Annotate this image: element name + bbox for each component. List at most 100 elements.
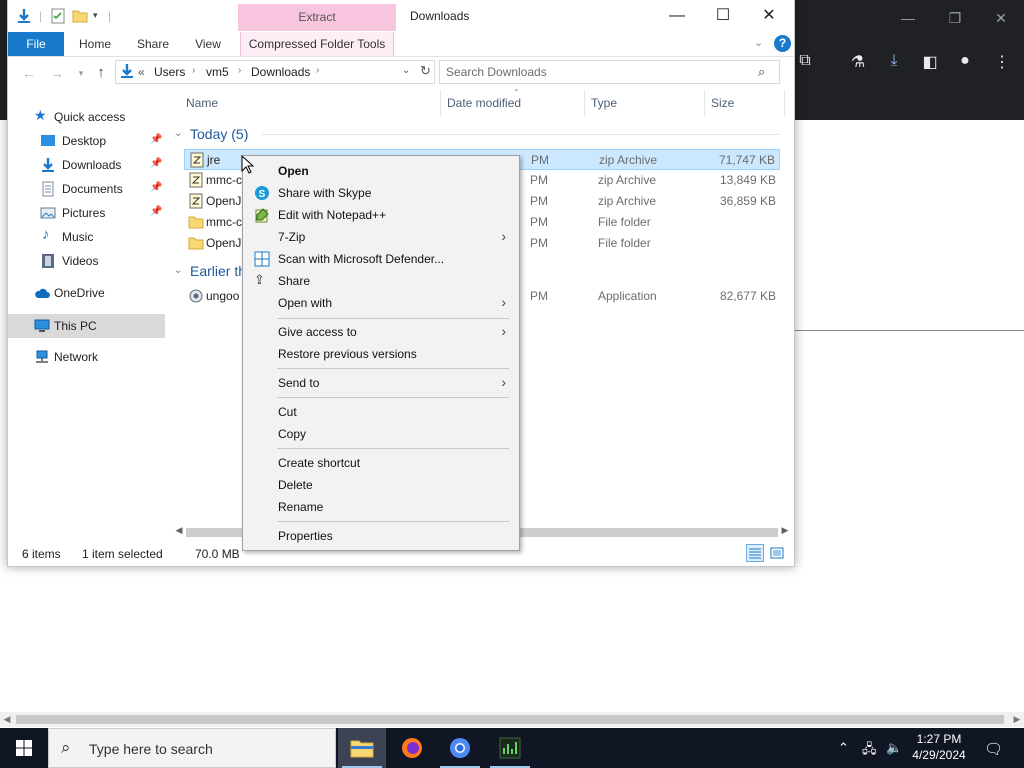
scrollbar-thumb[interactable] — [16, 715, 1004, 724]
column-header-size[interactable]: Size — [711, 96, 734, 110]
breadcrumb-separator-icon[interactable]: › — [238, 65, 241, 76]
taskbar-app-chromium[interactable] — [436, 728, 484, 768]
sidebar-item-desktop[interactable]: Desktop 📌 — [8, 129, 165, 153]
group-header-earlier[interactable]: Earlier th — [190, 263, 246, 279]
scroll-right-arrow-icon[interactable]: ▶ — [1010, 712, 1024, 727]
refresh-icon[interactable]: ↻ — [420, 63, 431, 79]
download-icon[interactable]: ⤓ — [882, 52, 906, 74]
menu-item-7-zip[interactable]: 7-Zip › — [244, 226, 518, 248]
taskbar-app-firefox[interactable] — [388, 728, 436, 768]
sidebar-item-videos[interactable]: Videos — [8, 249, 165, 273]
expand-ribbon-chevron-icon[interactable]: ⌄ — [754, 36, 763, 49]
scroll-left-arrow-icon[interactable]: ◀ — [0, 712, 14, 727]
help-icon[interactable]: ? — [774, 35, 791, 52]
breadcrumb-downloads[interactable]: Downloads — [251, 65, 310, 79]
menu-item-open[interactable]: Open — [244, 160, 518, 182]
notifications-icon[interactable]: 🗨 — [984, 740, 1003, 758]
downloads-icon — [42, 158, 54, 172]
up-arrow-icon[interactable]: ↑ — [92, 64, 110, 82]
breadcrumb-vm5[interactable]: vm5 — [206, 65, 229, 79]
search-icon: ⌕ — [61, 738, 71, 757]
address-overflow-chevron[interactable]: « — [138, 65, 145, 79]
group-collapse-chevron-icon[interactable]: ⌄ — [174, 128, 182, 139]
scroll-right-arrow-icon[interactable]: ▶ — [778, 525, 792, 536]
pin-icon[interactable]: 📌 — [150, 182, 162, 193]
group-collapse-chevron-icon[interactable]: ⌄ — [174, 265, 182, 276]
system-clock[interactable]: 1:27 PM 4/29/2024 — [900, 731, 978, 763]
breadcrumb-separator-icon[interactable]: › — [316, 65, 319, 76]
column-header-name[interactable]: Name — [186, 96, 218, 110]
extract-contextual-tab-header: Extract — [238, 4, 396, 31]
side-panel-icon[interactable]: ◧ — [918, 52, 942, 74]
sidebar-item-quick-access[interactable]: ★ Quick access — [8, 105, 165, 129]
large-icons-view-button[interactable] — [768, 544, 786, 562]
scroll-left-arrow-icon[interactable]: ◀ — [172, 525, 186, 536]
sidebar-item-music[interactable]: ♪ Music — [8, 225, 165, 249]
menu-item-share-with-skype[interactable]: S Share with Skype — [244, 182, 518, 204]
sidebar-item-onedrive[interactable]: OneDrive — [8, 281, 165, 305]
browser-minimize-button[interactable]: — — [893, 10, 923, 26]
taskbar-app-terminal[interactable] — [486, 728, 534, 768]
menu-item-share[interactable]: ⇪ Share — [244, 270, 518, 292]
menu-item-restore-previous-versions[interactable]: Restore previous versions — [244, 343, 518, 365]
back-arrow-icon[interactable]: ← — [20, 64, 38, 82]
pin-icon[interactable]: 📌 — [150, 134, 162, 145]
forward-arrow-icon[interactable]: → — [48, 64, 66, 82]
clock-date: 4/29/2024 — [912, 748, 966, 762]
customize-quick-access-icon[interactable]: ▾ — [93, 10, 98, 21]
menu-item-give-access-to[interactable]: Give access to › — [244, 321, 518, 343]
search-box[interactable]: ⌕ — [439, 60, 780, 84]
breadcrumb-users[interactable]: Users — [154, 65, 185, 79]
sidebar-item-this-pc[interactable]: This PC — [8, 314, 165, 338]
browser-restore-button[interactable]: ❐ — [940, 10, 970, 27]
browser-horizontal-scrollbar[interactable]: ◀ ▶ — [0, 712, 1024, 727]
sidebar-item-network[interactable]: Network — [8, 345, 165, 369]
address-dropdown-chevron-icon[interactable]: ⌄ — [402, 65, 410, 76]
pin-icon[interactable]: 📌 — [150, 206, 162, 217]
tab-compressed-folder-tools[interactable]: Compressed Folder Tools — [240, 32, 394, 56]
maximize-button[interactable]: ☐ — [700, 5, 746, 27]
tab-view[interactable]: View — [184, 32, 232, 56]
tab-file[interactable]: File — [8, 32, 64, 56]
network-status-icon[interactable]: 🖧 — [862, 740, 877, 762]
mouse-cursor-icon — [241, 155, 255, 174]
profile-avatar-icon[interactable]: ● — [953, 52, 977, 74]
extensions-icon[interactable]: ⧉ — [793, 52, 817, 74]
group-header-today[interactable]: Today (5) — [190, 126, 248, 142]
menu-item-edit-with-notepad[interactable]: Edit with Notepad++ — [244, 204, 518, 226]
browser-menu-icon[interactable]: ⋮ — [990, 52, 1014, 74]
minimize-button[interactable]: — — [654, 5, 700, 27]
menu-item-copy[interactable]: Copy — [244, 423, 518, 445]
pin-icon[interactable]: 📌 — [150, 158, 162, 169]
column-header-date-modified[interactable]: Date modified — [447, 96, 521, 110]
show-hidden-icons-chevron-icon[interactable]: ⌃ — [838, 740, 849, 756]
taskbar-search-box[interactable]: ⌕ Type here to search — [48, 728, 336, 768]
taskbar-app-file-explorer[interactable] — [338, 728, 386, 768]
breadcrumb-separator-icon[interactable]: › — [192, 65, 195, 76]
details-view-button[interactable] — [746, 544, 764, 562]
menu-item-send-to[interactable]: Send to › — [244, 372, 518, 394]
menu-item-create-shortcut[interactable]: Create shortcut — [244, 452, 518, 474]
menu-item-rename[interactable]: Rename — [244, 496, 518, 518]
close-button[interactable]: ✕ — [746, 5, 792, 27]
start-button[interactable] — [0, 728, 48, 768]
properties-checklist-icon[interactable] — [50, 8, 66, 24]
search-input[interactable] — [444, 63, 748, 81]
labs-flask-icon[interactable]: ⚗ — [846, 52, 870, 74]
new-folder-icon[interactable] — [72, 8, 88, 24]
menu-item-open-with[interactable]: Open with › — [244, 292, 518, 314]
browser-close-button[interactable]: ✕ — [986, 10, 1016, 27]
recent-locations-chevron-icon[interactable]: ▾ — [72, 64, 90, 82]
address-bar[interactable]: « Users › vm5 › Downloads › ⌄ ↻ — [115, 60, 435, 84]
menu-item-cut[interactable]: Cut — [244, 401, 518, 423]
tab-home[interactable]: Home — [70, 32, 120, 56]
menu-item-properties[interactable]: Properties — [244, 525, 518, 547]
sidebar-item-documents[interactable]: Documents 📌 — [8, 177, 165, 201]
sidebar-item-pictures[interactable]: Pictures 📌 — [8, 201, 165, 225]
sidebar-item-downloads[interactable]: Downloads 📌 — [8, 153, 165, 177]
tab-share[interactable]: Share — [128, 32, 178, 56]
menu-item-delete[interactable]: Delete — [244, 474, 518, 496]
column-header-type[interactable]: Type — [591, 96, 617, 110]
menu-item-scan-with-defender[interactable]: Scan with Microsoft Defender... — [244, 248, 518, 270]
search-icon[interactable]: ⌕ — [758, 64, 765, 80]
